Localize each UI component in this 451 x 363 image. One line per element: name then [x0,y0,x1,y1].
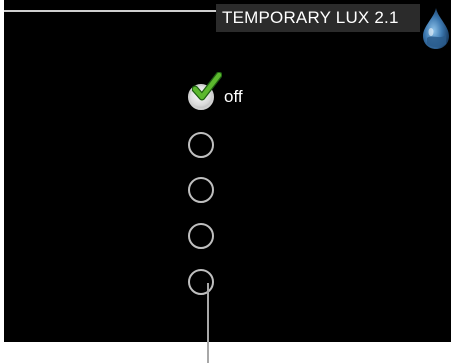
option-3[interactable] [186,175,336,205]
callout-pointer-line [207,283,209,363]
radio-button[interactable] [188,269,214,295]
option-off[interactable]: off [186,72,336,112]
radio-button[interactable] [188,177,214,203]
menu-title: TEMPORARY LUX 2.1 [216,4,420,32]
checkmark-icon [192,72,222,101]
water-drop-icon [423,8,449,49]
radio-button[interactable] [188,223,214,249]
option-2[interactable] [186,130,336,160]
header-divider [4,10,216,12]
option-label: off [224,87,243,106]
radio-button[interactable] [188,132,214,158]
option-4[interactable] [186,221,336,251]
